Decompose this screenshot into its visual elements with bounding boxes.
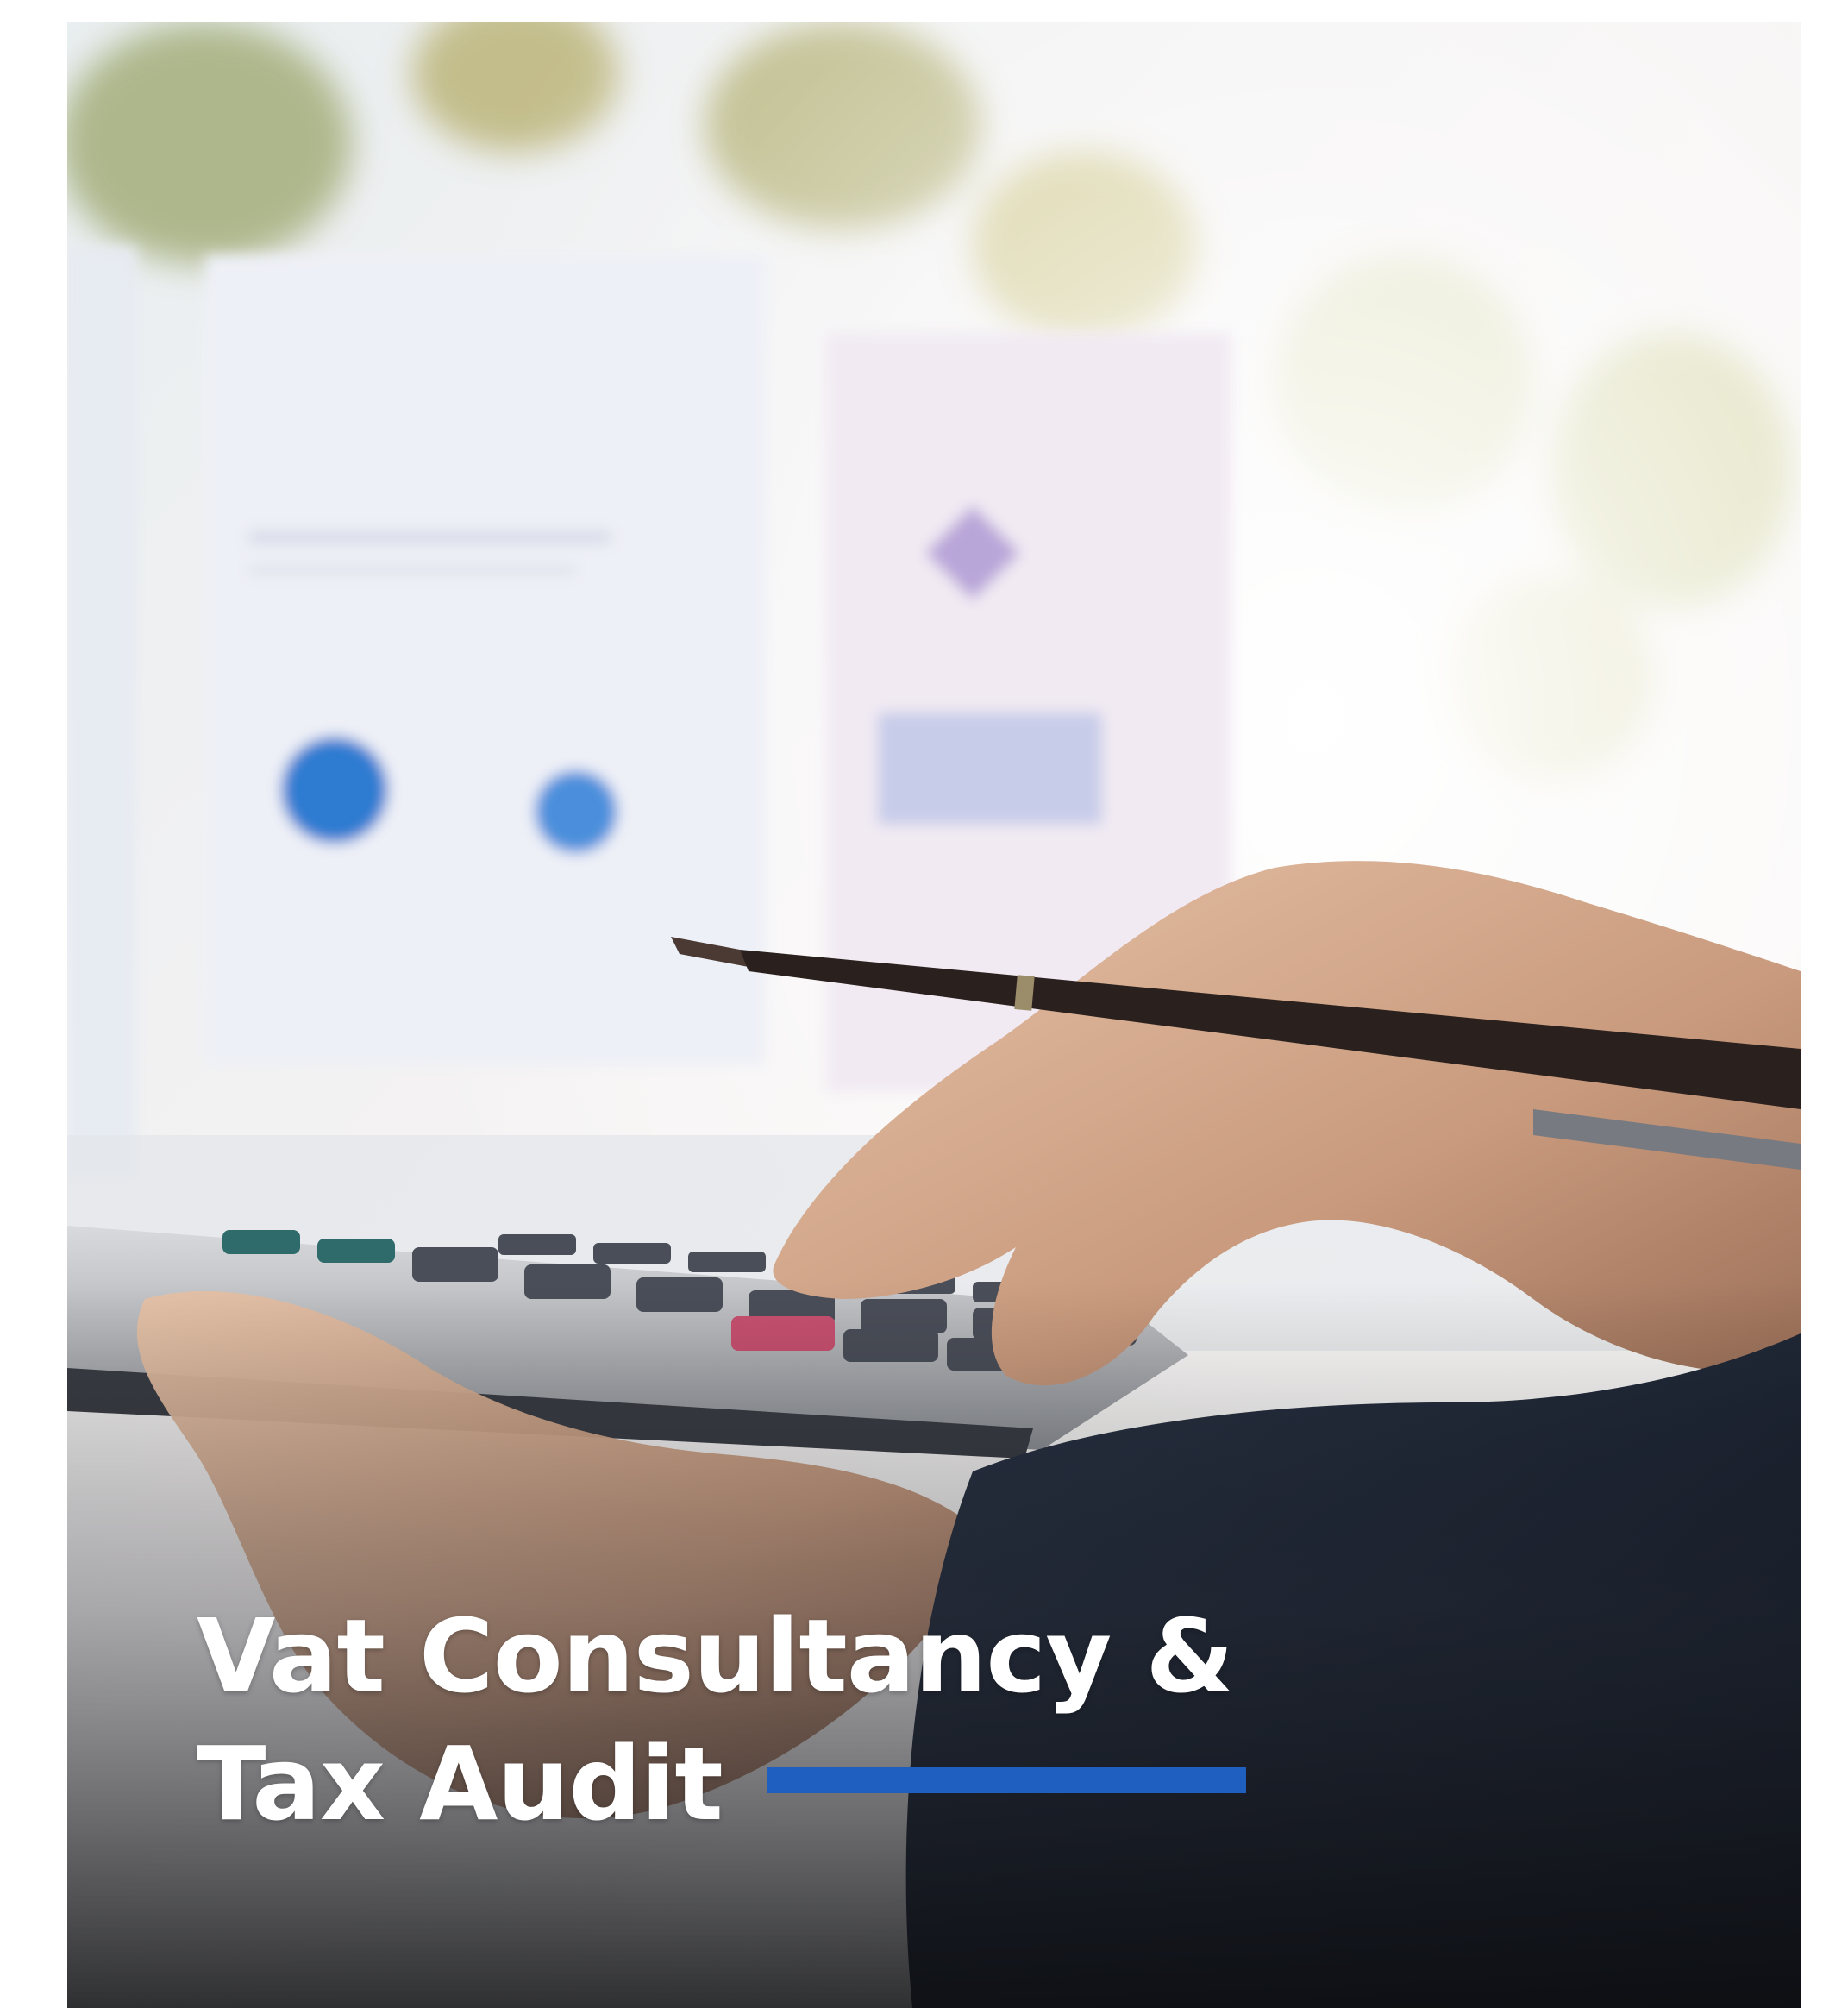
service-title: Vat Consultancy & Tax Audit <box>197 1592 1234 1848</box>
service-card[interactable]: Vat Consultancy & Tax Audit <box>67 22 1801 2008</box>
service-title-line-1: Vat Consultancy & <box>197 1597 1234 1716</box>
title-accent-bar <box>767 1767 1246 1793</box>
